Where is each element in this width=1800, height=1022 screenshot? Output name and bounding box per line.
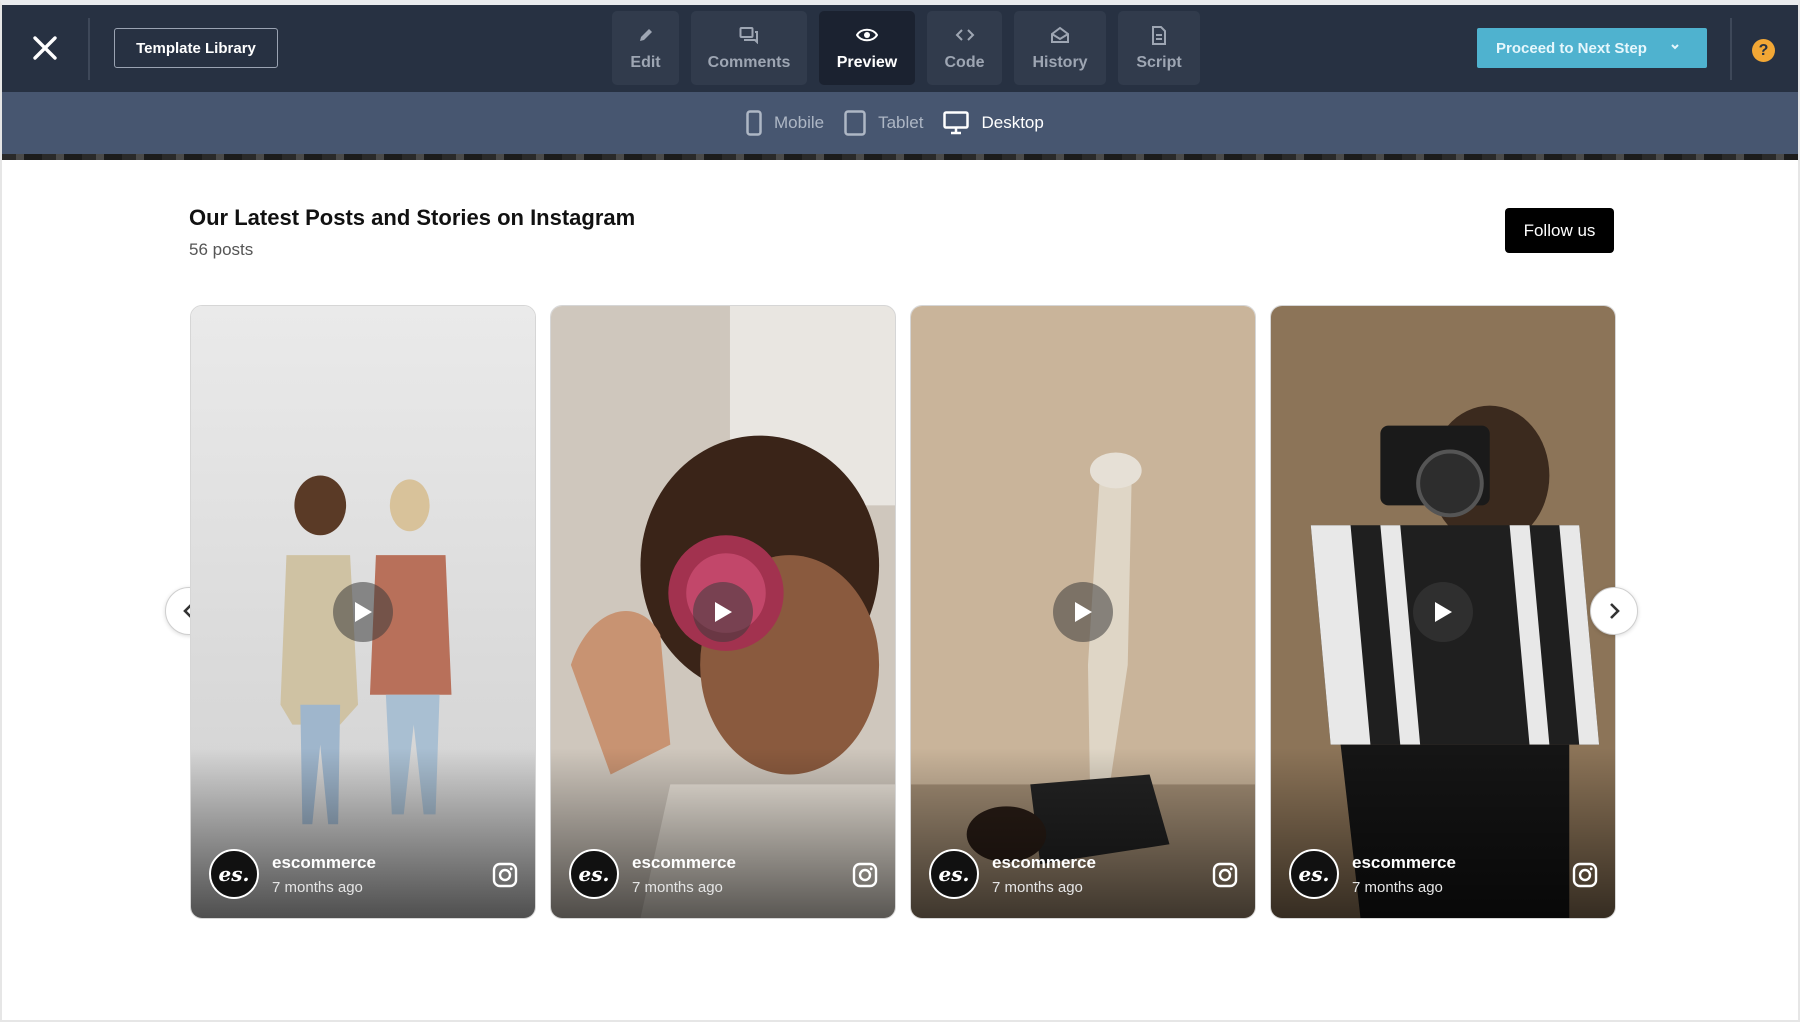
- tab-edit[interactable]: Edit: [612, 11, 679, 85]
- carousel-next-button[interactable]: [1590, 587, 1638, 635]
- close-button[interactable]: [24, 27, 66, 69]
- post-username: escommerce: [1352, 853, 1456, 872]
- post-card[interactable]: es. escommerce 7 months ago: [1270, 305, 1616, 919]
- editor-tabs: Edit Comments Preview Code History Scrip…: [612, 11, 1200, 85]
- instagram-icon[interactable]: [492, 862, 518, 888]
- post-card[interactable]: es. escommerce 7 months ago: [910, 305, 1256, 919]
- post-count: 56 posts: [189, 240, 254, 259]
- history-icon: [1050, 24, 1070, 46]
- instagram-icon[interactable]: [852, 862, 878, 888]
- avatar: es.: [209, 849, 259, 899]
- avatar: es.: [1289, 849, 1339, 899]
- toolbar-divider: [1730, 18, 1732, 80]
- chevron-right-icon: [1610, 603, 1620, 619]
- post-card[interactable]: es. escommerce 7 months ago: [190, 305, 536, 919]
- post-card[interactable]: es. escommerce 7 months ago: [550, 305, 896, 919]
- follow-button[interactable]: Follow us: [1505, 208, 1614, 253]
- post-time: 7 months ago: [632, 879, 723, 896]
- app-window: Template Library Edit Comments Preview C…: [0, 0, 1800, 1022]
- avatar: es.: [929, 849, 979, 899]
- help-icon[interactable]: ?: [1752, 39, 1775, 62]
- post-username: escommerce: [632, 853, 736, 872]
- code-icon: [955, 24, 975, 46]
- post-time: 7 months ago: [272, 879, 363, 896]
- device-bar: Mobile Tablet Desktop: [2, 92, 1798, 154]
- proceed-label: Proceed to Next Step: [1496, 39, 1647, 57]
- instagram-icon[interactable]: [1572, 862, 1598, 888]
- device-switcher: Mobile Tablet Desktop: [746, 110, 1044, 136]
- pencil-icon: [637, 24, 655, 46]
- device-label: Mobile: [774, 113, 825, 132]
- tab-comments[interactable]: Comments: [691, 11, 807, 85]
- post-username: escommerce: [992, 853, 1096, 872]
- device-label: Tablet: [878, 113, 924, 132]
- device-tablet[interactable]: Tablet: [844, 110, 923, 136]
- instagram-feed: es. escommerce 7 months ago es. escommer…: [190, 305, 1616, 919]
- play-icon[interactable]: [333, 582, 393, 642]
- page-banner-strip: [2, 154, 1798, 160]
- post-time: 7 months ago: [992, 879, 1083, 896]
- script-icon: [1151, 24, 1167, 46]
- chevron-down-icon[interactable]: [1669, 40, 1681, 57]
- play-icon[interactable]: [1053, 582, 1113, 642]
- tab-script[interactable]: Script: [1118, 11, 1200, 85]
- eye-icon: [856, 24, 878, 46]
- top-toolbar: Template Library Edit Comments Preview C…: [2, 5, 1798, 92]
- device-desktop[interactable]: Desktop: [943, 111, 1044, 135]
- tab-label: Comments: [707, 54, 791, 71]
- toolbar-divider: [88, 18, 90, 80]
- tab-label: Edit: [630, 54, 661, 71]
- proceed-button[interactable]: Proceed to Next Step: [1477, 28, 1707, 68]
- desktop-icon: [943, 111, 970, 135]
- mobile-icon: [746, 110, 762, 136]
- play-icon[interactable]: [693, 582, 753, 642]
- close-icon: [33, 36, 57, 60]
- device-label: Desktop: [981, 113, 1044, 132]
- tablet-icon: [844, 110, 866, 136]
- section-title: Our Latest Posts and Stories on Instagra…: [189, 205, 636, 230]
- tab-label: History: [1032, 54, 1088, 71]
- post-time: 7 months ago: [1352, 879, 1443, 896]
- tab-preview[interactable]: Preview: [819, 11, 915, 85]
- avatar: es.: [569, 849, 619, 899]
- tab-history[interactable]: History: [1014, 11, 1106, 85]
- instagram-icon[interactable]: [1212, 862, 1238, 888]
- template-library-button[interactable]: Template Library: [114, 28, 278, 68]
- device-mobile[interactable]: Mobile: [746, 110, 824, 136]
- post-username: escommerce: [272, 853, 376, 872]
- tab-label: Code: [944, 54, 985, 71]
- tab-label: Preview: [836, 54, 898, 71]
- play-icon[interactable]: [1413, 582, 1473, 642]
- tab-code[interactable]: Code: [927, 11, 1002, 85]
- comments-icon: [739, 24, 759, 46]
- tab-label: Script: [1136, 54, 1182, 71]
